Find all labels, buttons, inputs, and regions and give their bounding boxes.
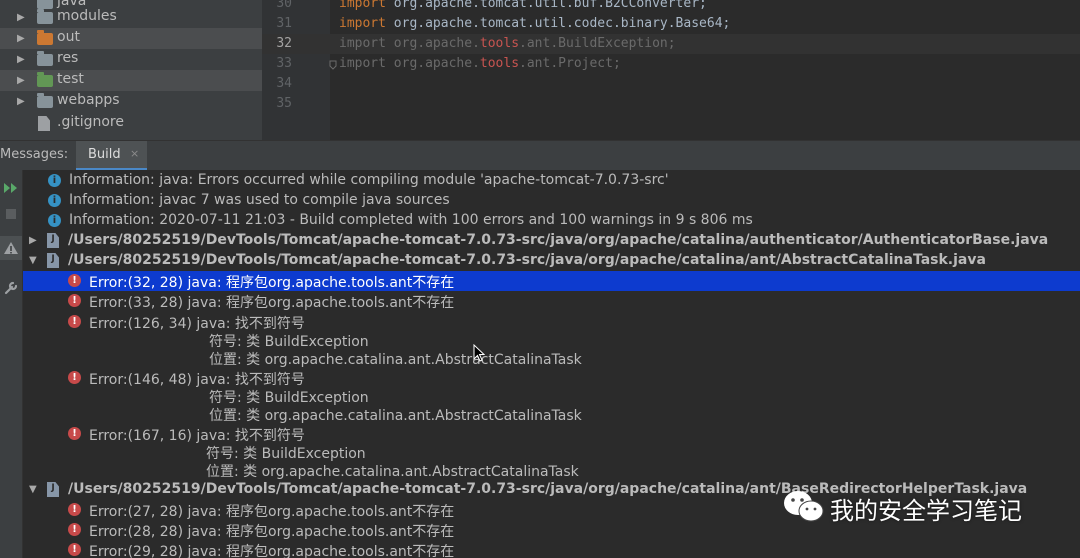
folder-icon — [37, 51, 53, 66]
info-message[interactable]: i Information: 2020-07-11 21:03 - Build … — [23, 211, 1080, 231]
error-icon: ! — [68, 371, 81, 384]
code-line[interactable]: 30 import org.apache.tomcat.util.buf.B2C… — [262, 0, 1080, 14]
keyword: import — [339, 36, 386, 51]
error-message[interactable]: ! Error:(126, 34) java: 找不到符号 — [23, 312, 1080, 332]
folder-icon — [37, 93, 53, 108]
info-message[interactable]: i Information: javac 7 was used to compi… — [23, 191, 1080, 211]
close-icon[interactable]: × — [130, 147, 139, 160]
expand-arrow-icon[interactable]: ▶ — [17, 54, 27, 65]
error-icon: ! — [68, 503, 81, 516]
unresolved-reference: tools — [479, 56, 520, 71]
messages-title: Messages: — [0, 147, 69, 162]
warning-filter-icon[interactable] — [0, 236, 22, 260]
line-number: 32 — [276, 36, 292, 51]
expand-arrow-icon[interactable]: ▶ — [29, 235, 37, 246]
error-detail: 符号: 类 BuildException — [206, 446, 366, 462]
error-detail: 符号: 类 BuildException — [209, 334, 369, 350]
line-number: 30 — [276, 0, 292, 11]
info-message[interactable]: i Information: java: Errors occurred whi… — [23, 171, 1080, 191]
info-icon: i — [48, 194, 61, 207]
line-number: 31 — [276, 16, 292, 31]
code-line-current[interactable]: 32 import org.apache.tools.ant.BuildExce… — [262, 34, 1080, 54]
gitignore-file-icon — [38, 116, 50, 131]
top-area: java ▶ modules ▶ out ▶ res ▶ test ▶ weba… — [0, 0, 1080, 140]
info-icon: i — [48, 174, 61, 187]
error-icon: ! — [68, 523, 81, 536]
rerun-icon[interactable] — [0, 176, 22, 200]
code-line[interactable]: 34 — [262, 74, 1080, 94]
error-message[interactable]: ! Error:(146, 48) java: 找不到符号 — [23, 368, 1080, 388]
line-number: 34 — [276, 76, 292, 91]
excluded-folder-icon — [37, 30, 53, 45]
stop-icon[interactable] — [0, 202, 22, 226]
package-path: org.apache.tomcat.util.buf.B2CConverter; — [393, 0, 707, 11]
wechat-logo-icon — [784, 491, 824, 522]
error-message[interactable]: ! Error:(33, 28) java: 程序包org.apache.too… — [23, 291, 1080, 311]
tree-item-gitignore[interactable]: .gitignore — [0, 113, 262, 134]
file-node-authenticatorbase[interactable]: ▶ J /Users/80252519/DevTools/Tomcat/apac… — [23, 231, 1080, 251]
messages-toolbar — [0, 170, 23, 558]
error-message[interactable]: ! Error:(167, 16) java: 找不到符号 — [23, 424, 1080, 444]
collapse-arrow-icon[interactable]: ▼ — [29, 255, 37, 266]
tree-item-test[interactable]: ▶ test — [0, 70, 262, 91]
tab-build-label: Build — [88, 147, 121, 162]
tree-item-modules[interactable]: ▶ modules — [0, 7, 262, 28]
collapse-arrow-icon[interactable]: ▼ — [29, 484, 37, 495]
unresolved-reference: tools — [479, 36, 520, 51]
expand-arrow-icon[interactable]: ▶ — [17, 33, 27, 44]
tree-item-webapps[interactable]: ▶ webapps — [0, 91, 262, 112]
settings-wrench-icon[interactable] — [0, 276, 22, 300]
error-icon: ! — [68, 315, 81, 328]
folder-icon — [37, 9, 53, 24]
project-tree-panel: java ▶ modules ▶ out ▶ res ▶ test ▶ weba… — [0, 0, 262, 140]
line-number: 33 — [276, 56, 292, 71]
error-detail: 位置: 类 org.apache.catalina.ant.AbstractCa… — [206, 464, 579, 480]
file-node-abstractcatalinatask[interactable]: ▼ J /Users/80252519/DevTools/Tomcat/apac… — [23, 251, 1080, 271]
fold-marker-icon[interactable] — [329, 60, 337, 70]
expand-arrow-icon[interactable]: ▶ — [17, 75, 27, 86]
test-folder-icon — [37, 72, 53, 87]
error-icon: ! — [68, 543, 81, 556]
code-line[interactable]: 33 import org.apache.tools.ant.Project; — [262, 54, 1080, 74]
error-icon: ! — [68, 274, 81, 287]
mouse-cursor-icon — [473, 344, 485, 362]
expand-arrow-icon[interactable]: ▶ — [17, 96, 27, 107]
code-editor[interactable]: 30 import org.apache.tomcat.util.buf.B2C… — [262, 0, 1080, 140]
error-detail: 位置: 类 org.apache.catalina.ant.AbstractCa… — [209, 408, 582, 424]
expand-arrow-icon[interactable]: ▶ — [17, 12, 27, 23]
package-path: org.apache.tomcat.util.codec.binary.Base… — [393, 16, 731, 31]
line-number: 35 — [276, 96, 292, 111]
keyword: import — [339, 0, 386, 11]
error-detail: 符号: 类 BuildException — [209, 390, 369, 406]
tab-build[interactable]: Build × — [76, 141, 147, 170]
code-line[interactable]: 35 — [262, 94, 1080, 114]
tree-item-out[interactable]: ▶ out — [0, 28, 262, 49]
error-message-selected[interactable]: ! Error:(32, 28) java: 程序包org.apache.too… — [23, 271, 1080, 291]
code-line[interactable]: 31 import org.apache.tomcat.util.codec.b… — [262, 14, 1080, 34]
messages-tool-window-header: Messages: Build × — [0, 140, 1080, 171]
keyword: import — [339, 16, 386, 31]
error-detail: 位置: 类 org.apache.catalina.ant.AbstractCa… — [209, 352, 582, 368]
tree-item-res[interactable]: ▶ res — [0, 49, 262, 70]
keyword: import — [339, 56, 386, 71]
error-message[interactable]: ! Error:(29, 28) java: 程序包org.apache.too… — [23, 540, 1080, 558]
error-icon: ! — [68, 427, 81, 440]
watermark-text: 我的安全学习笔记 — [830, 497, 1022, 525]
info-icon: i — [48, 214, 61, 227]
error-icon: ! — [68, 294, 81, 307]
